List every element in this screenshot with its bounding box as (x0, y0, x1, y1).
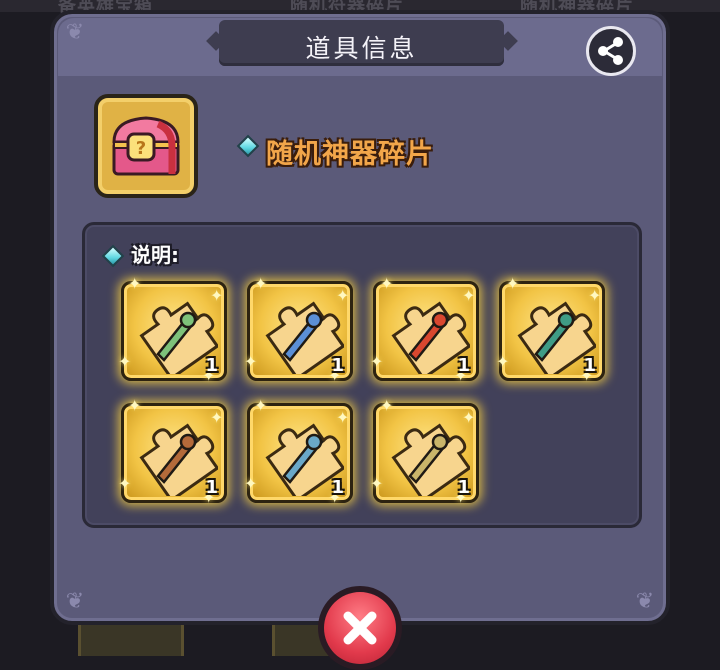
reward-item-tile[interactable]: ✦ ✦ ✦ ✦ 1 (496, 276, 605, 384)
dialog-title-bar: 道具信息 (219, 20, 504, 66)
gem-bullet-icon (101, 244, 125, 268)
reward-item-tile[interactable]: ✦ ✦ ✦ ✦ 1 (244, 276, 353, 384)
item-name: 随机神器碎片 (266, 139, 434, 170)
sparkle-icon: ✦ (462, 286, 476, 305)
sparkle-icon: ✦ (370, 352, 384, 371)
sparkle-icon: ✦ (210, 408, 224, 427)
reward-item-count: 1 (457, 355, 470, 376)
sparkle-icon: ✦ (244, 474, 258, 493)
reward-item-count: 1 (205, 477, 218, 498)
item-icon-frame: ? (94, 94, 198, 198)
sparkle-icon: ✦ (506, 274, 520, 293)
close-icon (343, 611, 377, 645)
sparkle-icon: ✦ (370, 474, 384, 493)
share-button[interactable] (586, 26, 636, 76)
close-button[interactable] (318, 586, 402, 670)
sparkle-icon: ✦ (128, 396, 142, 415)
reward-item-tile[interactable]: ✦ ✦ ✦ ✦ 1 (118, 276, 227, 384)
sparkle-icon: ✦ (254, 274, 268, 293)
sparkle-icon: ✦ (254, 396, 268, 415)
reward-item-tile[interactable]: ✦ ✦ ✦ ✦ 1 (118, 398, 227, 506)
description-box: 说明: ✦ ✦ ✦ ✦ 1 ✦ ✦ ✦ ✦ 1 ✦ ✦ ✦ ✦ 1 ✦ ✦ ✦ ✦ 1 ✦ ✦ ✦ ✦ 1 ✦ ✦ ✦ ✦ 1 ✦ ✦ ✦ ✦ 1 (82, 222, 642, 528)
sparkle-icon: ✦ (336, 286, 350, 305)
reward-item-tile[interactable]: ✦ ✦ ✦ ✦ 1 (370, 398, 479, 506)
reward-item-tile[interactable]: ✦ ✦ ✦ ✦ 1 (370, 276, 479, 384)
sparkle-icon: ✦ (380, 274, 394, 293)
sparkle-icon: ✦ (128, 274, 142, 293)
reward-item-tile[interactable]: ✦ ✦ ✦ ✦ 1 (244, 398, 353, 506)
sparkle-icon: ✦ (118, 352, 132, 371)
description-label: 说明: (131, 243, 179, 267)
corner-ornament-icon: ❦ (635, 589, 655, 614)
svg-text:?: ? (136, 138, 146, 159)
sparkle-icon: ✦ (380, 396, 394, 415)
sparkle-icon: ✦ (210, 286, 224, 305)
treasure-chest-icon: ? (112, 116, 180, 176)
dialog-title: 道具信息 (305, 34, 418, 63)
reward-item-count: 1 (583, 355, 596, 376)
item-info-dialog: ❦ ❦ ❦ 道具信息 ? 随机神器碎片 说明: ✦ ✦ ✦ ✦ 1 ✦ ✦ ✦ ✦ 1 ✦ ✦ ✦ ✦ 1 ✦… (50, 10, 670, 625)
gem-bullet-icon (236, 134, 260, 158)
reward-item-count: 1 (205, 355, 218, 376)
reward-item-count: 1 (457, 477, 470, 498)
sparkle-icon: ✦ (462, 408, 476, 427)
corner-ornament-icon: ❦ (65, 20, 85, 45)
sparkle-icon: ✦ (588, 286, 602, 305)
sparkle-icon: ✦ (496, 352, 510, 371)
sparkle-icon: ✦ (336, 408, 350, 427)
sparkle-icon: ✦ (244, 352, 258, 371)
sparkle-icon: ✦ (118, 474, 132, 493)
corner-ornament-icon: ❦ (65, 589, 85, 614)
close-button-face (324, 592, 396, 664)
reward-item-count: 1 (331, 477, 344, 498)
reward-item-count: 1 (331, 355, 344, 376)
share-icon (598, 37, 623, 65)
